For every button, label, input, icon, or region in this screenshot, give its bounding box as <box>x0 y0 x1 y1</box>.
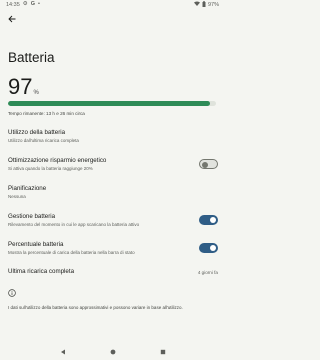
battery-saver-item[interactable]: Ottimizzazione risparmio energetico Si a… <box>8 157 218 171</box>
last-charge-value: 4 giorni fa <box>197 270 218 275</box>
toggle-knob <box>202 161 208 168</box>
time-remaining: Tempo rimanente: 13 h e 26 min circa <box>8 111 85 116</box>
battery-footnote: I dati sull'utilizzo della batteria sono… <box>8 305 183 310</box>
battery-saver-toggle[interactable] <box>199 159 218 169</box>
google-g-icon: G <box>30 1 35 8</box>
arrow-back-icon <box>8 15 16 23</box>
battery-progress-fill <box>8 101 210 106</box>
nav-home-icon[interactable] <box>110 349 116 355</box>
last-charge-item: Ultima ricarica completa <box>8 268 218 275</box>
battery-manager-title: Gestione batteria <box>8 213 56 220</box>
battery-percentage-subtitle: Mostra la percentuale di carica della ba… <box>8 249 135 255</box>
toggle-knob <box>210 217 216 223</box>
battery-level-unit: % <box>33 90 39 96</box>
nav-recents-icon[interactable] <box>160 349 166 355</box>
battery-progress-bar <box>8 101 216 106</box>
battery-percentage-title: Percentuale batteria <box>8 241 64 248</box>
battery-percentage-toggle[interactable] <box>199 243 218 253</box>
back-button[interactable] <box>6 13 18 25</box>
status-bar: 14:35 ⚙ G • 97% <box>0 0 225 10</box>
dot-icon: • <box>37 1 40 8</box>
battery-icon <box>202 0 206 10</box>
battery-manager-item[interactable]: Gestione batteria Rilevamento del moment… <box>8 213 218 227</box>
battery-saver-subtitle: Si attiva quando la batteria raggiunge 2… <box>8 165 93 171</box>
battery-manager-toggle[interactable] <box>199 215 218 225</box>
toggle-knob <box>210 245 216 251</box>
status-battery-percent: 97% <box>207 2 219 8</box>
battery-usage-title: Utilizzo della batteria <box>8 129 66 136</box>
page-title: Batteria <box>8 50 55 65</box>
info-icon <box>8 289 16 297</box>
nav-back-icon[interactable] <box>60 349 66 355</box>
status-time: 14:35 <box>6 2 20 8</box>
battery-saver-title: Ottimizzazione risparmio energetico <box>8 157 107 164</box>
schedule-subtitle: Nessuna <box>8 193 26 199</box>
schedule-item[interactable]: Pianificazione Nessuna <box>8 185 218 199</box>
battery-usage-subtitle: Utilizzo dall'ultima ricarica completa <box>8 137 79 143</box>
navigation-bar <box>0 344 225 360</box>
battery-usage-item[interactable]: Utilizzo della batteria Utilizzo dall'ul… <box>8 129 218 143</box>
battery-level-number: 97 <box>8 74 33 99</box>
wifi-icon <box>193 1 200 9</box>
settings-gear-icon: ⚙ <box>22 1 28 8</box>
battery-level: 97 % <box>8 76 39 98</box>
battery-percentage-item[interactable]: Percentuale batteria Mostra la percentua… <box>8 241 218 255</box>
battery-manager-subtitle: Rilevamento del momento in cui le app sc… <box>8 221 140 227</box>
last-charge-title: Ultima ricarica completa <box>8 268 75 275</box>
schedule-title: Pianificazione <box>8 185 47 192</box>
